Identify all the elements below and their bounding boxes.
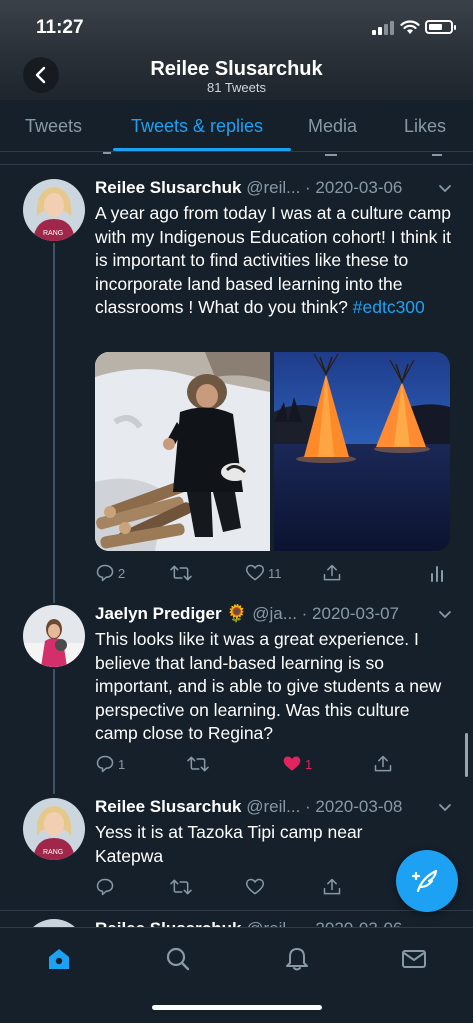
bell-icon [286,948,308,971]
reply-count: 1 [118,756,126,772]
retweet-icon [170,879,192,895]
heart-outline-icon [245,564,265,581]
avatar[interactable]: RANG [23,179,85,241]
author-handle[interactable]: @reil... [246,919,300,927]
reply-icon [96,878,114,896]
tweet-date: · 2020-03-06 [305,178,403,197]
reply-button[interactable]: 2 [95,562,125,584]
retweet-button[interactable] [170,562,192,584]
tab-likes[interactable]: Likes [404,116,446,137]
reply-count: 2 [118,565,126,581]
share-button[interactable] [322,876,342,898]
retweet-button[interactable] [187,753,209,775]
heart-filled-icon [283,756,301,771]
reply-button[interactable] [95,876,115,898]
tweet-date: · 2020-03-07 [301,604,400,623]
tweet-text: Yess it is at Tazoka Tipi camp near Kate… [95,822,363,866]
analytics-button[interactable] [430,562,444,584]
nav-search[interactable] [163,944,193,974]
author-name[interactable]: Reilee Slusarchuk [95,919,241,927]
status-bar: 11:27 [0,0,473,56]
retweet-icon [170,565,192,581]
cellular-signal-icon [372,21,394,35]
home-icon [49,949,69,969]
svg-text:RANG: RANG [43,849,63,856]
author-name[interactable]: Reilee Slusarchuk [95,178,241,197]
like-button[interactable] [245,876,265,898]
like-count: 11 [268,565,282,581]
tab-media[interactable]: Media [308,116,357,137]
tweet-actions: 1 1 [95,753,455,777]
profile-header: 11:27 Reilee Slusarchuk 81 Tweets [0,0,473,100]
chevron-down-icon[interactable] [438,610,452,620]
share-icon [374,755,392,772]
share-button[interactable] [373,753,393,775]
tweet-date: · 2020-03-08 [305,797,403,816]
author-handle[interactable]: @ja... [252,604,297,623]
media-photo-snow-camp[interactable] [95,352,270,551]
wifi-icon [400,20,420,34]
status-time: 11:27 [36,17,84,38]
reply-button[interactable]: 1 [95,753,125,775]
reply-icon [96,564,114,582]
feather-compose-icon [412,869,438,893]
scrollbar[interactable] [465,733,468,777]
profile-name: Reilee Slusarchuk [150,58,323,80]
home-indicator[interactable] [152,1005,322,1010]
tweet-count: 81 Tweets [206,80,267,95]
chevron-down-icon[interactable] [438,184,452,194]
tweet-text: A year ago from today I was at a culture… [95,202,455,320]
tweet-header: Reilee Slusarchuk @reil... · 2020-03-06 [95,178,402,198]
author-handle[interactable]: @reil... [246,178,300,197]
reply-icon [96,755,114,773]
profile-tabs: Tweets Tweets & replies Media Likes [0,100,473,152]
hashtag-link[interactable]: #edtc300 [353,297,425,317]
tweet-media[interactable] [95,352,450,551]
author-handle[interactable]: @reil... [246,797,300,816]
author-name[interactable]: Reilee Slusarchuk [95,797,241,816]
divider [0,164,473,165]
active-tab-indicator [113,148,291,151]
avatar[interactable] [23,919,85,927]
author-name[interactable]: Jaelyn Prediger [95,604,222,623]
tweet-header: Reilee Slusarchuk @reil... · 2020-03-06 [95,919,402,927]
tab-tweets-and-replies[interactable]: Tweets & replies [131,116,263,137]
analytics-icon [431,566,443,582]
tweet-date: · 2020-03-06 [305,919,402,927]
like-button[interactable]: 11 [245,562,282,584]
thread-line [53,243,55,603]
search-icon [166,947,190,971]
heart-outline-icon [245,878,265,895]
nav-messages[interactable] [399,944,429,974]
compose-tweet-button[interactable] [396,850,458,912]
share-button[interactable] [322,562,342,584]
like-count: 1 [305,756,313,772]
share-icon [323,878,341,895]
media-photo-tipis-night[interactable] [274,352,450,551]
retweet-button[interactable] [170,876,192,898]
previous-tweet-remnant [0,152,473,164]
tweet-header: Jaelyn Prediger 🌻 @ja... · 2020-03-07 [95,604,399,624]
nav-home[interactable] [44,944,74,974]
retweet-icon [187,756,209,772]
battery-icon [425,20,456,34]
tweet[interactable]: Reilee Slusarchuk @reil... · 2020-03-06 [0,911,473,927]
nav-notifications[interactable] [282,944,312,974]
avatar[interactable] [23,605,85,667]
tab-tweets[interactable]: Tweets [25,116,82,137]
tweet-text: This looks like it was a great experienc… [95,629,442,743]
tweet-actions: 2 11 [95,562,455,586]
avatar[interactable]: RANG [23,798,85,860]
share-icon [323,564,341,581]
tweet-header: Reilee Slusarchuk @reil... · 2020-03-08 [95,797,402,817]
sunflower-emoji: 🌻 [226,604,248,624]
thread-line [53,669,55,794]
chevron-down-icon[interactable] [438,803,452,813]
svg-text:RANG: RANG [43,230,63,237]
envelope-icon [402,950,426,968]
like-button[interactable]: 1 [282,753,312,775]
